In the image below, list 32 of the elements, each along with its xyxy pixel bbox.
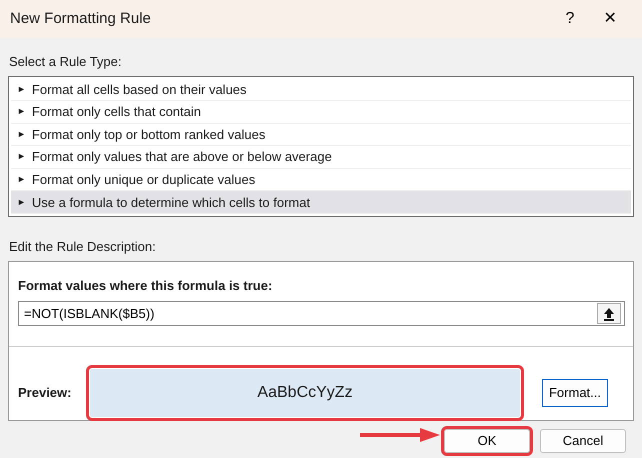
close-button[interactable]: ✕ (590, 7, 630, 31)
collapse-button[interactable] (597, 303, 621, 324)
list-item[interactable]: ► Use a formula to determine which cells to format (11, 191, 631, 214)
dialog-button[interactable]: OK (444, 428, 530, 453)
list-item-text: Format all cells based on their values (32, 80, 247, 99)
list-item[interactable]: ► Format only top or bottom ranked values (11, 124, 631, 146)
section-label: Edit the Rule Description: (9, 238, 157, 256)
list-item[interactable]: ► Format all cells based on their values (11, 78, 631, 102)
pointer-icon: ► (17, 128, 26, 142)
list-item-text: Format only cells that contain (32, 103, 201, 122)
section-label: Select a Rule Type: (9, 53, 122, 71)
help-button[interactable]: ? (550, 7, 590, 31)
window-title: New Formatting Rule (10, 8, 152, 29)
formula-box[interactable]: =NOT(ISBLANK($B5)) (18, 301, 625, 326)
upload-arrow-icon (603, 306, 615, 321)
list-item-text: Format only top or bottom ranked values (32, 126, 266, 144)
list-item-text: Use a formula to determine which cells to format (32, 194, 310, 212)
list-item-text: Format only values that are above or below average (32, 148, 332, 166)
pointer-icon: ► (17, 82, 26, 96)
pointer-icon: ► (17, 150, 26, 164)
format-button[interactable]: Format... (542, 379, 608, 408)
list-item-text: Format only unique or duplicate values (32, 170, 256, 189)
list-item[interactable]: ► Format only values that are above or below average (11, 146, 631, 169)
formula-field[interactable]: =NOT(ISBLANK($B5)) (24, 304, 597, 324)
preview-label: Preview: (18, 384, 72, 402)
formula-label: Format values where this formula is true: (18, 276, 274, 295)
list-item[interactable]: ► Format only cells that contain (11, 101, 631, 124)
dialog-button[interactable]: Cancel (540, 428, 626, 453)
pointer-icon: ► (17, 196, 26, 210)
preview-box: AaBbCcYyZz (90, 369, 520, 418)
pointer-icon: ► (17, 172, 26, 186)
pointer-icon: ► (17, 105, 26, 119)
